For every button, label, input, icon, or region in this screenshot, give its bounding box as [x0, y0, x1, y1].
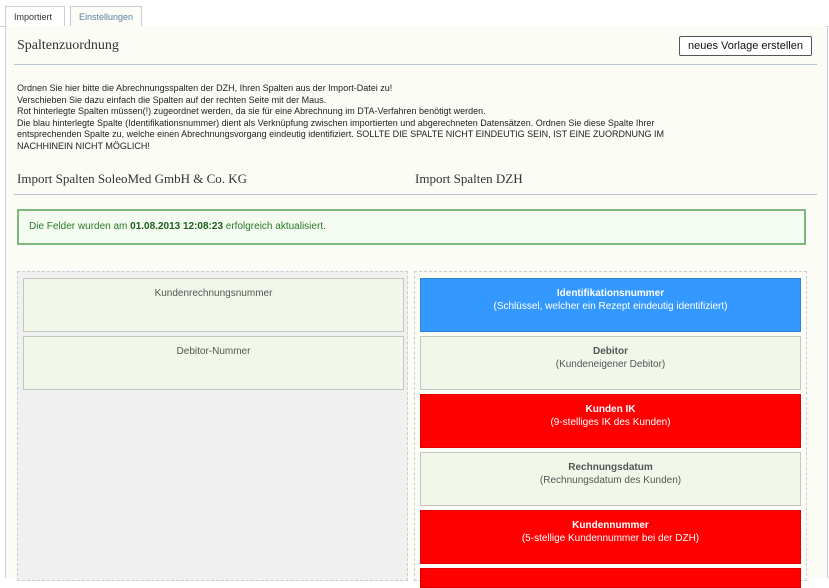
dzh-column-subtitle: (5-stellige Kundennummer bei der DZH): [521, 533, 700, 544]
tab-bar: Importiert Einstellungen: [0, 0, 829, 27]
instruction-line: Rot hinterlegte Spalten müssen(!) zugeor…: [17, 106, 486, 116]
notice-datetime: 01.08.2013 12:08:23: [130, 221, 224, 232]
dzh-column-subtitle: (Schlüssel, welcher ein Rezept eindeutig…: [493, 301, 728, 312]
new-template-button[interactable]: neues Vorlage erstellen: [679, 36, 812, 56]
left-heading: Import Spalten SoleoMed GmbH & Co. KG: [17, 171, 248, 186]
settings-panel: Spaltenzuordnung neues Vorlage erstellen…: [5, 26, 828, 588]
section-title: Spaltenzuordnung: [17, 38, 119, 53]
dzh-column-kunden-ik[interactable]: Kunden IK (9-stelliges IK des Kunden): [420, 394, 801, 448]
dzh-column-title: Kundennummer: [572, 520, 649, 531]
instruction-line: Die blau hinterlegte Spalte (Identifikat…: [17, 117, 655, 128]
tab-einstellungen[interactable]: Einstellungen: [70, 6, 142, 27]
import-column-label: Kundenrechnungsnummer: [154, 288, 273, 299]
instruction-line: Verschieben Sie dazu einfach die Spalten…: [17, 94, 327, 105]
instructions: Ordnen Sie hier bitte die Abrechnungsspa…: [17, 83, 807, 152]
dzh-column-subtitle: (Rechnungsdatum des Kunden): [539, 475, 682, 486]
divider: [14, 194, 817, 195]
dzh-column-rechnungsdatum[interactable]: Rechnungsdatum (Rechnungsdatum des Kunde…: [420, 452, 801, 506]
import-column-label: Debitor-Nummer: [176, 346, 251, 357]
right-heading: Import Spalten DZH: [415, 171, 523, 186]
notice-prefix: Die Felder wurden am: [29, 221, 131, 232]
dzh-column-title: Kunden IK: [585, 404, 636, 415]
import-columns-list: Kundenrechnungsnummer Debitor-Nummer: [17, 271, 408, 581]
dzh-column-title: Debitor: [593, 346, 628, 357]
dzh-column-title: Rechnungsdatum: [568, 462, 653, 473]
dzh-columns-list: Identifikationsnummer (Schlüssel, welche…: [414, 271, 807, 588]
import-column-debitor-nummer[interactable]: Debitor-Nummer: [23, 336, 404, 390]
instruction-line: Ordnen Sie hier bitte die Abrechnungsspa…: [17, 83, 393, 93]
notice-suffix: erfolgreich aktualisiert.: [223, 221, 326, 232]
tab-importiert[interactable]: Importiert: [5, 6, 65, 26]
dzh-column-kundennummer[interactable]: Kundennummer (5-stellige Kundennummer be…: [420, 510, 801, 564]
dzh-column-subtitle: (9-stelliges IK des Kunden): [550, 417, 671, 428]
success-notice: Die Felder wurden am 01.08.2013 12:08:23…: [17, 209, 806, 245]
divider: [14, 64, 817, 65]
instruction-line: entsprechenden Spalte zu, welche einen A…: [17, 129, 664, 139]
dzh-column-debitor[interactable]: Debitor (Kundeneigener Debitor): [420, 336, 801, 390]
dzh-column-title: Identifikationsnummer: [556, 288, 665, 299]
dzh-column-identifikationsnummer[interactable]: Identifikationsnummer (Schlüssel, welche…: [420, 278, 801, 332]
import-column-kundenrechnungsnummer[interactable]: Kundenrechnungsnummer: [23, 278, 404, 332]
dzh-column-partial[interactable]: [420, 568, 801, 588]
dzh-column-subtitle: (Kundeneigener Debitor): [555, 359, 666, 370]
instruction-line: NACHHINEIN NICHT MÖGLICH!: [17, 140, 150, 151]
